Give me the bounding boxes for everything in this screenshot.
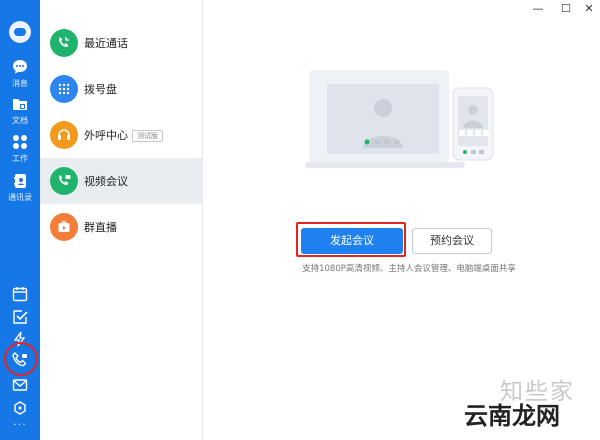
app-logo-icon[interactable] (9, 21, 31, 43)
calendar-icon (12, 287, 28, 302)
minimize-button[interactable]: — (528, 2, 548, 15)
rail-item-tasks[interactable] (0, 308, 40, 326)
document-folder-icon (13, 99, 27, 110)
feature-hint-text: 支持1080P高清视频、主持人会议管理、电脑端桌面共享 (302, 264, 516, 274)
rail-label-work: 工作 (12, 154, 28, 163)
live-broadcast-icon (50, 213, 78, 241)
highlight-box-annotation (296, 222, 406, 257)
dialpad-icon (50, 75, 78, 103)
list-item-label: 最近通话 (84, 37, 128, 50)
rail-item-plugins[interactable] (0, 399, 40, 417)
mail-icon (12, 379, 28, 391)
highlight-circle-annotation (4, 342, 38, 376)
video-meeting-icon (50, 167, 78, 195)
chat-bubble-icon (13, 60, 27, 74)
more-menu-button[interactable]: ··· (0, 418, 40, 431)
rail-label-docs: 文档 (12, 116, 28, 125)
checkbox-task-icon (13, 310, 28, 324)
rail-label-contacts: 通讯录 (8, 193, 32, 202)
left-nav-rail: 消息 文档 工作 通讯录 ··· (0, 0, 40, 440)
call-feature-list: 最近通话 拨号盘 外呼中心 测试版 视频会议 群直播 (40, 0, 203, 440)
list-item-recent-calls[interactable]: 最近通话 (40, 20, 203, 66)
list-item-label: 视频会议 (84, 175, 128, 188)
list-item-video-meeting[interactable]: 视频会议 (40, 158, 203, 204)
list-item-label: 拨号盘 (84, 83, 117, 96)
contacts-book-icon (14, 174, 26, 188)
list-item-label: 外呼中心 (84, 129, 128, 142)
rail-item-contacts[interactable]: 通讯录 (0, 172, 40, 203)
list-item-label-wrap: 外呼中心 测试版 (84, 127, 163, 143)
rail-item-work[interactable]: 工作 (0, 133, 40, 164)
watermark-logo-text: 云南龙网 (464, 402, 560, 430)
list-item-label: 群直播 (84, 221, 117, 234)
rail-item-docs[interactable]: 文档 (0, 95, 40, 126)
maximize-button[interactable]: ☐ (556, 2, 576, 15)
list-item-outbound-center[interactable]: 外呼中心 测试版 (40, 112, 203, 158)
headset-icon (50, 121, 78, 149)
beta-badge: 测试版 (132, 130, 163, 142)
grid-apps-icon (13, 135, 27, 149)
video-meeting-illustration (305, 70, 494, 168)
schedule-meeting-button[interactable]: 预约会议 (412, 228, 492, 254)
rail-label-messages: 消息 (12, 79, 28, 88)
recent-call-icon (50, 29, 78, 57)
rail-item-messages[interactable]: 消息 (0, 58, 40, 89)
puzzle-plugin-icon (14, 401, 26, 415)
rail-item-calendar[interactable] (0, 285, 40, 303)
list-item-group-live[interactable]: 群直播 (40, 204, 203, 250)
list-item-dialpad[interactable]: 拨号盘 (40, 66, 203, 112)
rail-item-mail[interactable] (0, 376, 40, 394)
close-button[interactable]: ✕ (579, 2, 599, 15)
